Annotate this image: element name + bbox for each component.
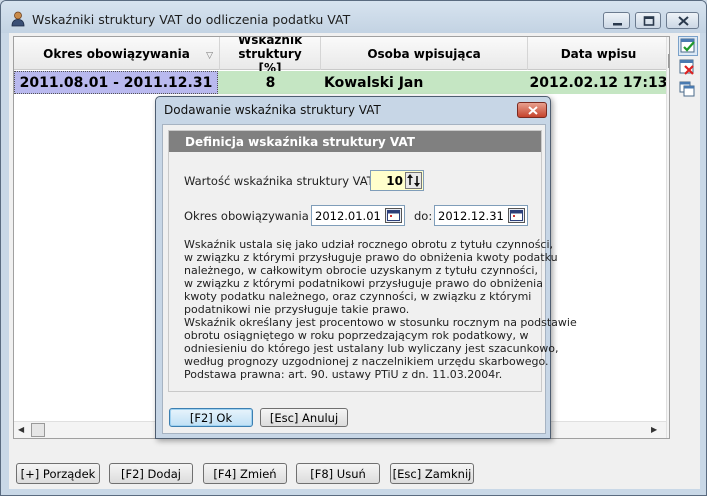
vertical-scroll-thumb[interactable] bbox=[668, 54, 669, 68]
spinner-button[interactable] bbox=[405, 172, 422, 189]
right-toolbar bbox=[676, 36, 698, 106]
maximize-button[interactable] bbox=[635, 12, 661, 29]
porzadek-button[interactable]: [+] Porządek bbox=[16, 463, 100, 484]
close-icon bbox=[678, 16, 689, 26]
cell-wskaznik[interactable]: 8 bbox=[220, 71, 321, 94]
cell-data[interactable]: 2012.02.12 17:13 bbox=[528, 71, 669, 94]
up-down-arrows-icon bbox=[407, 174, 420, 187]
horizontal-scroll-thumb[interactable] bbox=[31, 423, 45, 437]
select-button[interactable] bbox=[678, 36, 698, 56]
cancel-button[interactable]: [Esc] Anuluj bbox=[260, 408, 348, 427]
column-header-osoba[interactable]: Osoba wpisująca bbox=[321, 37, 528, 70]
window-titlebar[interactable]: Wskaźniki struktury VAT do odliczenia po… bbox=[1, 1, 706, 33]
to-label: do: bbox=[414, 209, 433, 223]
calendar-icon[interactable] bbox=[385, 208, 402, 223]
dialog-close-button[interactable] bbox=[517, 102, 547, 118]
period-label: Okres obowiązywania od: bbox=[184, 209, 331, 223]
close-icon bbox=[528, 106, 538, 115]
definition-group: Definicja wskaźnika struktury VAT Wartoś… bbox=[168, 130, 577, 392]
dialog-title: Dodawanie wskaźnika struktury VAT bbox=[164, 103, 381, 117]
date-from-value: 2012.01.01 bbox=[315, 209, 381, 223]
zamknij-button[interactable]: [Esc] Zamknij bbox=[390, 463, 474, 484]
zmien-button[interactable]: [F4] Zmień bbox=[203, 463, 287, 484]
vat-value: 10 bbox=[386, 174, 403, 188]
maximize-icon bbox=[643, 16, 655, 26]
description-text: Wskaźnik ustala się jako udział rocznego… bbox=[184, 238, 577, 381]
table-row[interactable]: 2011.08.01 - 2011.12.31 8 Kowalski Jan 2… bbox=[14, 71, 669, 94]
grid-header: Okres obowiązywania ▽ Wskaźnik struktury… bbox=[14, 37, 669, 75]
column-header-wskaznik[interactable]: Wskaźnik struktury [%] bbox=[220, 37, 321, 75]
scroll-right-icon[interactable]: ▶ bbox=[651, 425, 657, 434]
group-title: Definicja wskaźnika struktury VAT bbox=[169, 131, 541, 152]
column-header-data[interactable]: Data wpisu bbox=[528, 37, 669, 70]
delete-x-icon bbox=[679, 59, 694, 75]
minimize-button[interactable] bbox=[603, 12, 630, 29]
date-from-input[interactable]: 2012.01.01 bbox=[311, 205, 405, 226]
copy-button[interactable] bbox=[678, 80, 698, 100]
add-vat-dialog: Dodawanie wskaźnika struktury VAT Defini… bbox=[155, 96, 577, 439]
user-icon bbox=[11, 11, 25, 27]
cell-osoba[interactable]: Kowalski Jan bbox=[324, 71, 524, 94]
ok-button[interactable]: [F2] Ok bbox=[169, 408, 253, 427]
date-to-value: 2012.12.31 bbox=[438, 209, 504, 223]
dialog-body: Definicja wskaźnika struktury VAT Wartoś… bbox=[162, 124, 577, 434]
value-label: Wartość wskaźnika struktury VAT [%]: bbox=[184, 174, 402, 188]
column-header-okres[interactable]: Okres obowiązywania ▽ bbox=[14, 37, 220, 70]
delete-button[interactable] bbox=[678, 58, 698, 78]
scroll-left-icon[interactable]: ◀ bbox=[18, 425, 24, 434]
dodaj-button[interactable]: [F2] Dodaj bbox=[109, 463, 193, 484]
vertical-scrollbar[interactable]: ▲ ▼ bbox=[666, 37, 669, 438]
sort-desc-icon: ▽ bbox=[206, 51, 213, 61]
select-check-icon bbox=[680, 38, 695, 53]
date-to-input[interactable]: 2012.12.31 bbox=[434, 205, 528, 226]
copy-window-icon bbox=[679, 81, 695, 97]
usun-button[interactable]: [F8] Usuń bbox=[296, 463, 380, 484]
minimize-icon bbox=[613, 23, 622, 26]
close-window-button[interactable] bbox=[666, 12, 699, 29]
window-title: Wskaźniki struktury VAT do odliczenia po… bbox=[32, 12, 351, 27]
cell-okres[interactable]: 2011.08.01 - 2011.12.31 bbox=[14, 71, 218, 94]
vat-value-input[interactable]: 10 bbox=[370, 170, 424, 191]
calendar-icon[interactable] bbox=[508, 208, 525, 223]
